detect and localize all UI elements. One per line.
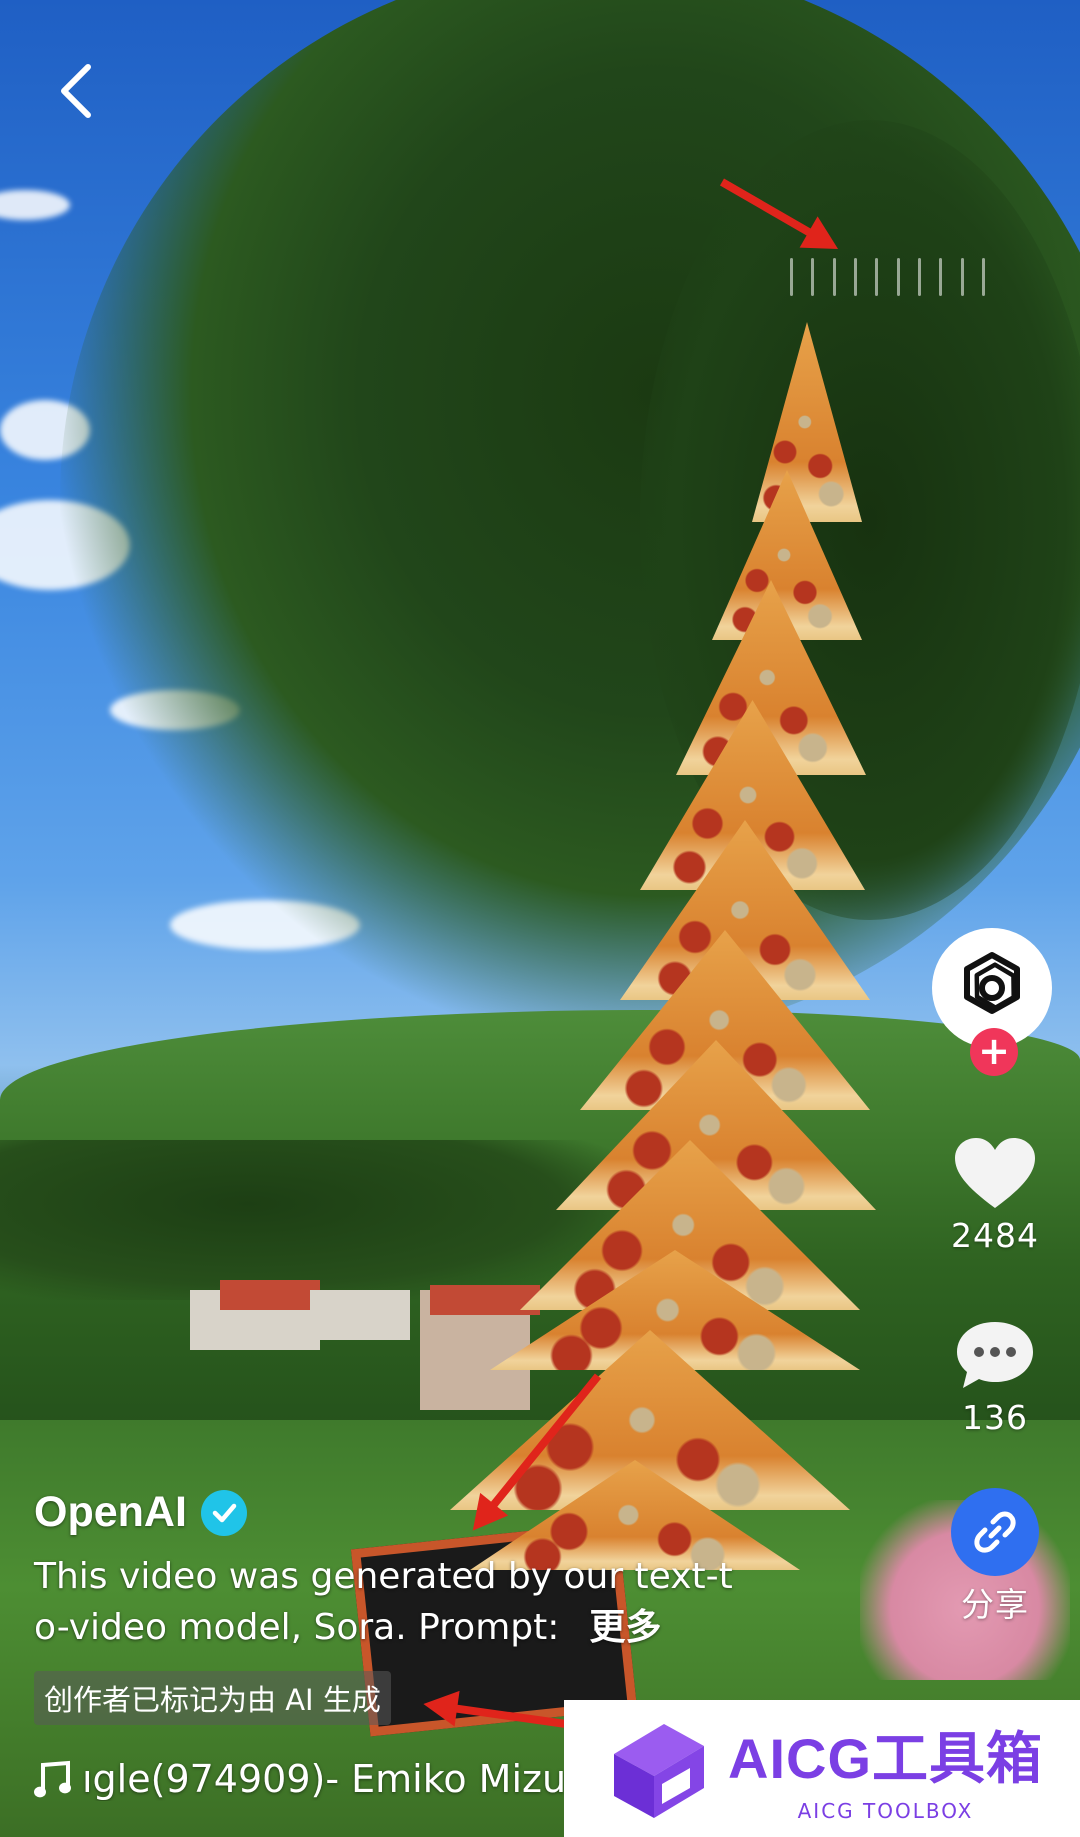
watermark-text: AICG工具箱 AICG TOOLBOX xyxy=(728,1714,1043,1823)
music-row[interactable]: ıgle(974909)- Emiko Mizu xyxy=(34,1757,594,1801)
house-roof xyxy=(220,1280,320,1310)
description-line: This video was generated by our text-t xyxy=(34,1556,733,1597)
heart-icon xyxy=(955,1138,1035,1208)
description-line-wrap: o-video model, Sora. Prompt: 更多 xyxy=(34,1602,784,1653)
progress-tick xyxy=(981,258,985,296)
author-avatar-group: + xyxy=(932,928,1056,1076)
author-name[interactable]: OpenAI xyxy=(34,1488,187,1537)
checkmark-badge-icon xyxy=(212,1503,237,1522)
share-button[interactable]: 分享 xyxy=(945,1488,1045,1626)
house-roof xyxy=(430,1285,540,1315)
watermark: AICG工具箱 AICG TOOLBOX xyxy=(564,1700,1080,1837)
watermark-title: AICG工具箱 xyxy=(728,1727,1043,1790)
chevron-left-icon xyxy=(61,64,91,118)
back-button[interactable] xyxy=(46,56,106,126)
music-note-icon xyxy=(34,1760,71,1798)
verified-badge xyxy=(200,1489,247,1536)
author-row: OpenAI xyxy=(34,1488,814,1537)
video-description: This video was generated by our text-t o… xyxy=(34,1551,784,1653)
progress-tick xyxy=(875,258,879,296)
more-button[interactable]: 更多 xyxy=(589,1607,661,1648)
openai-logo-icon xyxy=(964,952,1020,1014)
progress-tick xyxy=(790,258,793,296)
comment-button[interactable]: 136 xyxy=(945,1318,1045,1437)
cloud xyxy=(0,190,70,220)
like-count: 2484 xyxy=(951,1216,1039,1255)
progress-tick xyxy=(917,258,921,296)
link-icon xyxy=(974,1511,1016,1553)
like-button[interactable]: 2484 xyxy=(945,1138,1045,1255)
music-title: ıgle(974909)- Emiko Mizu xyxy=(82,1757,567,1801)
comment-count: 136 xyxy=(962,1398,1028,1437)
description-line: o-video model, Sora. Prompt: xyxy=(34,1607,560,1648)
ai-generated-label: 创作者已标记为由 AI 生成 xyxy=(34,1671,391,1725)
progress-tick xyxy=(811,258,815,296)
aicg-logo-icon xyxy=(614,1723,704,1818)
video-player-screen[interactable]: + 2484 136 分享 OpenAI This video was gene… xyxy=(0,0,1080,1837)
share-icon-circle xyxy=(951,1488,1039,1576)
follow-button[interactable]: + xyxy=(970,1028,1018,1076)
comment-icon xyxy=(957,1322,1033,1388)
progress-tick xyxy=(896,258,900,296)
share-label: 分享 xyxy=(961,1585,1029,1624)
progress-tick xyxy=(853,258,857,296)
video-info: OpenAI This video was generated by our t… xyxy=(34,1488,814,1725)
progress-tick xyxy=(832,258,836,296)
treeline xyxy=(0,1140,620,1300)
progress-tick xyxy=(960,258,964,296)
progress-tick xyxy=(939,258,943,296)
house xyxy=(310,1290,410,1340)
video-progress-ticks xyxy=(790,258,985,298)
watermark-subtitle: AICG TOOLBOX xyxy=(797,1799,974,1823)
